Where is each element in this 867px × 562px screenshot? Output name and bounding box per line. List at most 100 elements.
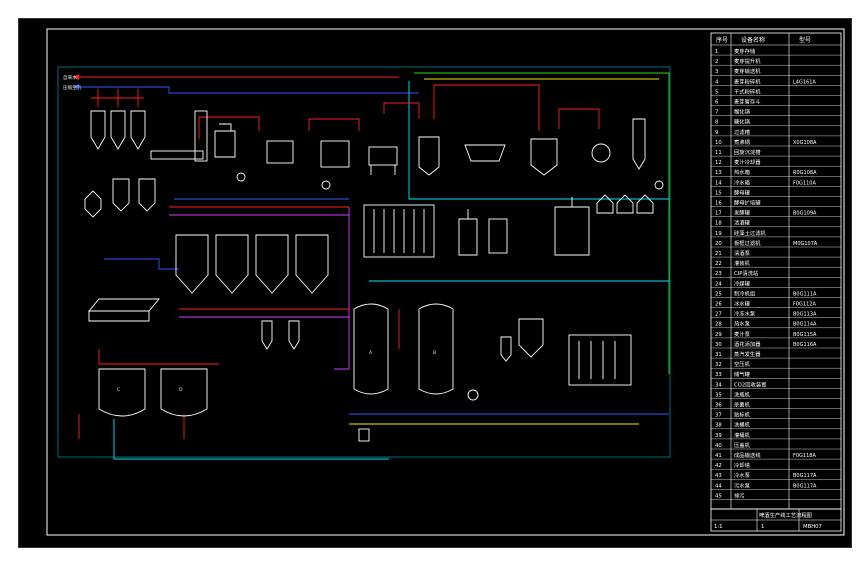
lauter-tun xyxy=(368,146,398,166)
legend-row-number: 30 xyxy=(715,342,722,348)
brew-kettle-1 xyxy=(418,136,440,176)
cip-hot-tank xyxy=(98,368,146,417)
equipment-layer xyxy=(84,110,664,442)
legend-row-number: 1 xyxy=(715,49,718,55)
wort-pump xyxy=(654,180,664,190)
brew-kettle-2 xyxy=(530,138,558,176)
title-block-sheet: 1 xyxy=(761,524,764,530)
legend-row-number: 23 xyxy=(715,271,722,277)
legend-row-name: 排污 xyxy=(734,491,745,499)
filling-valves xyxy=(578,341,616,379)
legend-row-name: 麦芽暂存斗 xyxy=(734,98,761,106)
legend-row-name: 空压机 xyxy=(734,360,751,368)
legend-row-code: M0G107A xyxy=(793,241,818,247)
legend-row-code: B0G114A xyxy=(793,322,817,328)
legend-row-number: 3 xyxy=(715,69,718,75)
bright-beer-tank-2 xyxy=(418,303,454,395)
legend-row-name: 发酵罐 xyxy=(734,209,751,217)
legend-row-number: 16 xyxy=(715,201,722,207)
legend-row-number: 10 xyxy=(715,140,722,146)
legend-row-number: 19 xyxy=(715,231,722,237)
legend-row-number: 26 xyxy=(715,302,722,308)
legend-row-number: 40 xyxy=(715,443,722,449)
yeast-tank-1 xyxy=(112,178,130,212)
legend-row-name: 煮沸锅 xyxy=(734,138,750,146)
legend-row-code: L4G161A xyxy=(793,79,816,85)
small-cone-tank-2 xyxy=(288,320,300,350)
legend-row-number: 11 xyxy=(715,150,722,156)
legend-row-name: 清酒泵 xyxy=(734,249,751,257)
legend-row-number: 5 xyxy=(715,89,718,95)
kettle-to-whirlpool xyxy=(558,108,600,129)
mash-pump xyxy=(321,180,331,190)
legend-row-name: 清酒罐 xyxy=(734,219,751,227)
legend-row-number: 2 xyxy=(715,59,718,65)
legend-row-number: 22 xyxy=(715,261,722,267)
legend-row-name: 酒花添加器 xyxy=(734,340,761,348)
mash-tun xyxy=(320,140,350,168)
legend-row-name: 冷媒罐 xyxy=(734,279,751,287)
legend-row-number: 32 xyxy=(715,362,722,368)
legend-header-code: 型号 xyxy=(799,36,811,44)
diagram-labels: 自来水 压缩空气 A B C D xyxy=(63,74,436,393)
legend-row-code: B0G115A xyxy=(793,332,817,338)
legend-row-number: 38 xyxy=(715,423,722,429)
magenta-down xyxy=(334,207,350,370)
legend-row-number: 18 xyxy=(715,221,722,227)
malt-elevator xyxy=(194,110,208,162)
dosing-unit xyxy=(488,218,508,254)
legend-row-name: 储气罐 xyxy=(734,370,751,378)
drawing-canvas: 自来水 压缩空气 A B C D 1 麦芽存储 2 麦芽提升机 3 麦芽输送机 4 麦芽粉碎机… xyxy=(18,18,852,548)
legend-row-number: 29 xyxy=(715,332,722,338)
legend-row-number: 28 xyxy=(715,322,722,328)
legend-row-number: 8 xyxy=(715,120,719,126)
yeast-tank-2 xyxy=(138,178,156,212)
legend-row-name: CO2回收装置 xyxy=(734,380,766,388)
legend-row-number: 36 xyxy=(715,403,722,409)
lauter-to-kettle xyxy=(433,84,540,131)
tank-label-b: B xyxy=(433,350,436,356)
inlet-label-air: 压缩空气 xyxy=(63,84,82,91)
legend-row-number: 17 xyxy=(715,211,722,217)
legend-row-name: 制冷机组 xyxy=(734,289,756,297)
wort-cooler xyxy=(591,143,611,163)
diagram-region-border xyxy=(57,66,671,458)
legend-row-name: CIP清洗站 xyxy=(734,269,759,277)
title-block-drawing-no: MBH07 xyxy=(803,524,822,530)
legend-row-name: 干式粉碎机 xyxy=(734,87,761,95)
cip-vessel-2 xyxy=(616,194,634,214)
legend-row-name: 热水泵 xyxy=(734,320,751,328)
legend-row-number: 45 xyxy=(715,493,722,499)
legend-row-name: 糖化锅 xyxy=(734,118,750,126)
legend-row-name: 贴标机 xyxy=(734,411,751,419)
plate-filter-frame xyxy=(363,204,435,258)
separator-vessel xyxy=(518,318,544,358)
title-block-scale: 1:1 xyxy=(714,524,723,530)
grist-hopper xyxy=(266,140,294,164)
legend-row-name: 冷水箱 xyxy=(734,178,751,186)
legend-row-code: B0G111A xyxy=(793,291,817,297)
process-flow-diagram: 自来水 压缩空气 A B C D 1 麦芽存储 2 麦芽提升机 3 麦芽输送机 4 麦芽粉碎机… xyxy=(46,28,845,536)
legend-row-name: 酵母罐 xyxy=(734,188,751,196)
legend-row-code: R0G108A xyxy=(793,170,817,176)
cip-station xyxy=(554,197,590,256)
legend-row-name: 冷却塔 xyxy=(734,461,751,469)
yeast-dosing-vessel xyxy=(84,190,102,218)
separator-feed-cone xyxy=(500,336,512,362)
cip-supply-line xyxy=(98,349,219,365)
legend-row-name: 麦芽粉碎机 xyxy=(734,77,761,85)
title-block-project: 啤酒生产线工艺流程图 xyxy=(759,511,812,519)
legend-row-name: 麦芽提升机 xyxy=(734,57,761,65)
legend-row-name: 成品输送线 xyxy=(734,451,761,459)
cip-vessel-3 xyxy=(636,194,654,214)
hot-water-tank xyxy=(632,118,646,170)
legend-row-number: 43 xyxy=(715,473,722,479)
plate-filter-plates xyxy=(373,209,425,253)
legend-row-name: 麦芽输送机 xyxy=(734,67,761,75)
fermenter-1 xyxy=(175,234,209,294)
title-block: 啤酒生产线工艺流程图 1:1 1 MBH07 xyxy=(710,508,842,532)
legend-row-number: 41 xyxy=(715,453,722,459)
legend-row-name: 洗瓶机 xyxy=(734,390,751,398)
legend-row-code: X0G108A xyxy=(793,140,817,146)
yeast-line xyxy=(104,258,179,270)
